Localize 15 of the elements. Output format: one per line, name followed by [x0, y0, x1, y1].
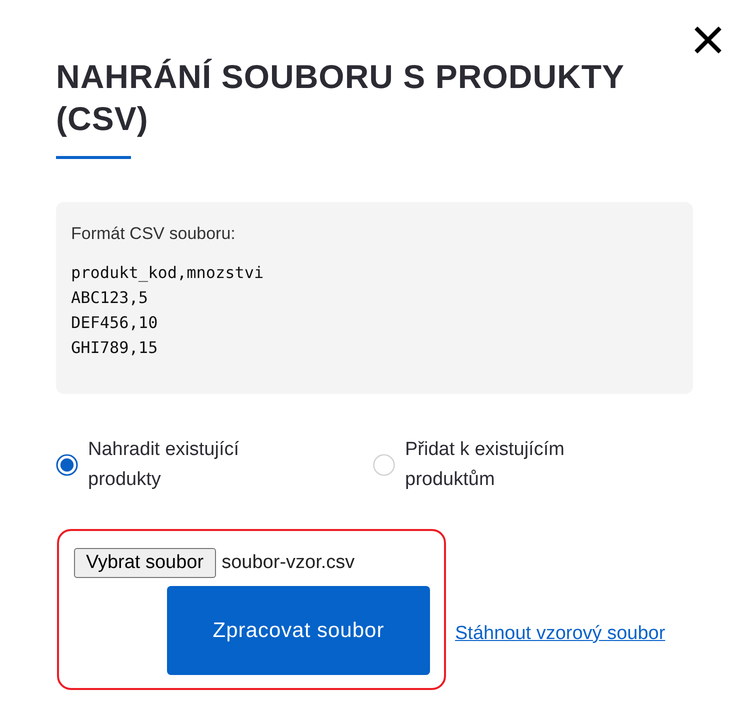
radio-label[interactable]: Nahradit existující produkty — [88, 435, 288, 495]
close-button[interactable] — [694, 26, 722, 54]
choose-file-button[interactable]: Vybrat soubor — [74, 548, 216, 578]
radio-label[interactable]: Přidat k existujícím produktům — [405, 435, 605, 495]
csv-line: DEF456,10 — [71, 312, 159, 334]
csv-line: ABC123,5 — [71, 287, 150, 309]
dialog-title: NAHRÁNÍ SOUBORU S PRODUKTY (CSV) — [56, 57, 625, 139]
radio-button[interactable] — [56, 454, 78, 476]
format-heading: Formát CSV souboru: — [71, 223, 236, 245]
process-file-button[interactable]: Zpracovat soubor — [167, 586, 430, 675]
csv-line: GHI789,15 — [71, 337, 159, 359]
file-name: soubor-vzor.csv — [222, 552, 355, 574]
download-sample-link[interactable]: Stáhnout vzorový soubor — [455, 623, 666, 645]
csv-line: produkt_kod,mnozstvi — [71, 262, 265, 284]
close-icon — [694, 26, 722, 54]
